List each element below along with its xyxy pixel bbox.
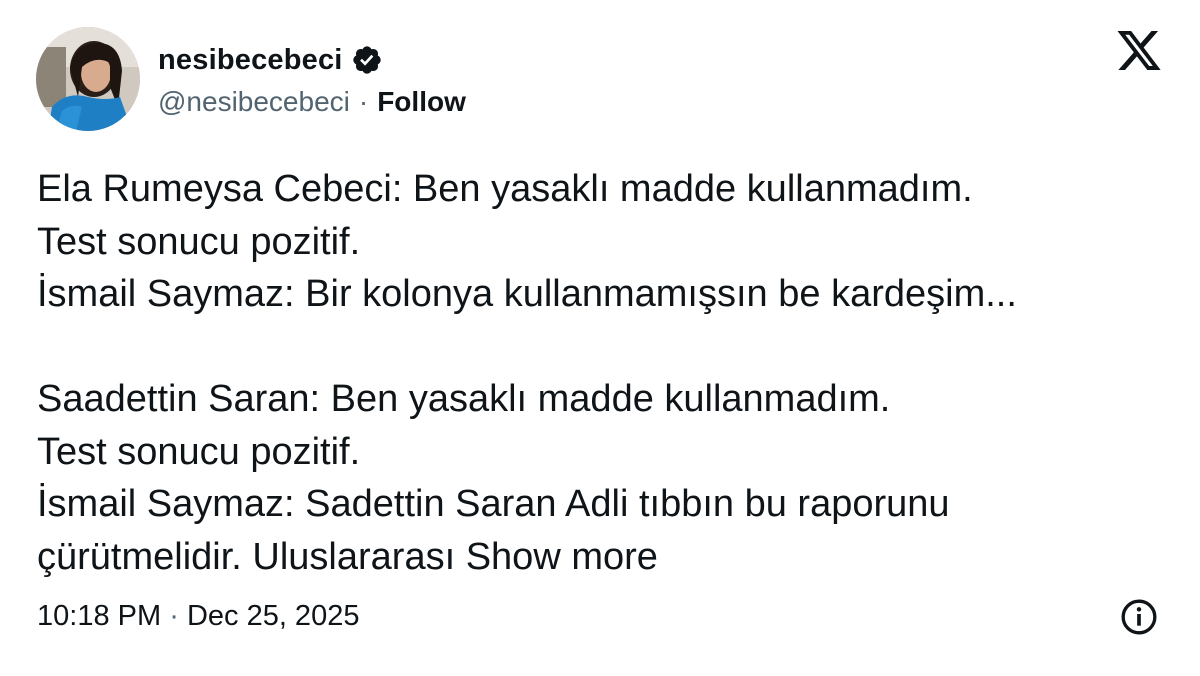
- tweet-line-last: çürütmelidir. Uluslararası Show more: [37, 531, 1167, 584]
- handle-separator: ·: [358, 86, 369, 117]
- show-more-link[interactable]: Show more: [466, 536, 658, 578]
- x-logo-icon[interactable]: [1115, 31, 1163, 75]
- timestamp-date: Dec 25, 2025: [186, 600, 360, 632]
- tweet-line: İsmail Saymaz: Bir kolonya kullanmamışsı…: [37, 273, 1017, 315]
- tweet-line: Test sonucu pozitif.: [37, 430, 361, 473]
- timestamp[interactable]: 10:18 PM · Dec 25, 2025: [37, 596, 359, 636]
- tweet-line-text: çürütmelidir. Uluslararası: [37, 535, 456, 578]
- handle-row: @nesibecebeci · Follow: [158, 84, 466, 120]
- timestamp-separator: ·: [169, 600, 179, 632]
- tweet-embed: nesibecebeci @nesibecebeci · Follow Ela …: [0, 0, 1200, 676]
- author-name-row: nesibecebeci: [158, 40, 383, 80]
- avatar-image: [36, 27, 140, 131]
- handle[interactable]: @nesibecebeci: [158, 86, 350, 118]
- tweet-line: Test sonucu pozitif.: [37, 220, 361, 263]
- display-name[interactable]: nesibecebeci: [158, 44, 343, 77]
- verified-badge-icon: [351, 44, 383, 76]
- tweet-line: İsmail Saymaz: Sadettin Saran Adli tıbbı…: [37, 483, 950, 525]
- avatar[interactable]: [36, 27, 140, 131]
- tweet-line: Ela Rumeysa Cebeci: Ben yasaklı madde ku…: [37, 168, 973, 210]
- timestamp-time: 10:18 PM: [37, 600, 162, 632]
- tweet-text: Ela Rumeysa Cebeci: Ben yasaklı madde ku…: [37, 163, 1167, 583]
- info-icon[interactable]: [1119, 597, 1159, 637]
- tweet-line: Saadettin Saran: Ben yasaklı madde kulla…: [37, 378, 891, 420]
- follow-button[interactable]: Follow: [377, 86, 466, 118]
